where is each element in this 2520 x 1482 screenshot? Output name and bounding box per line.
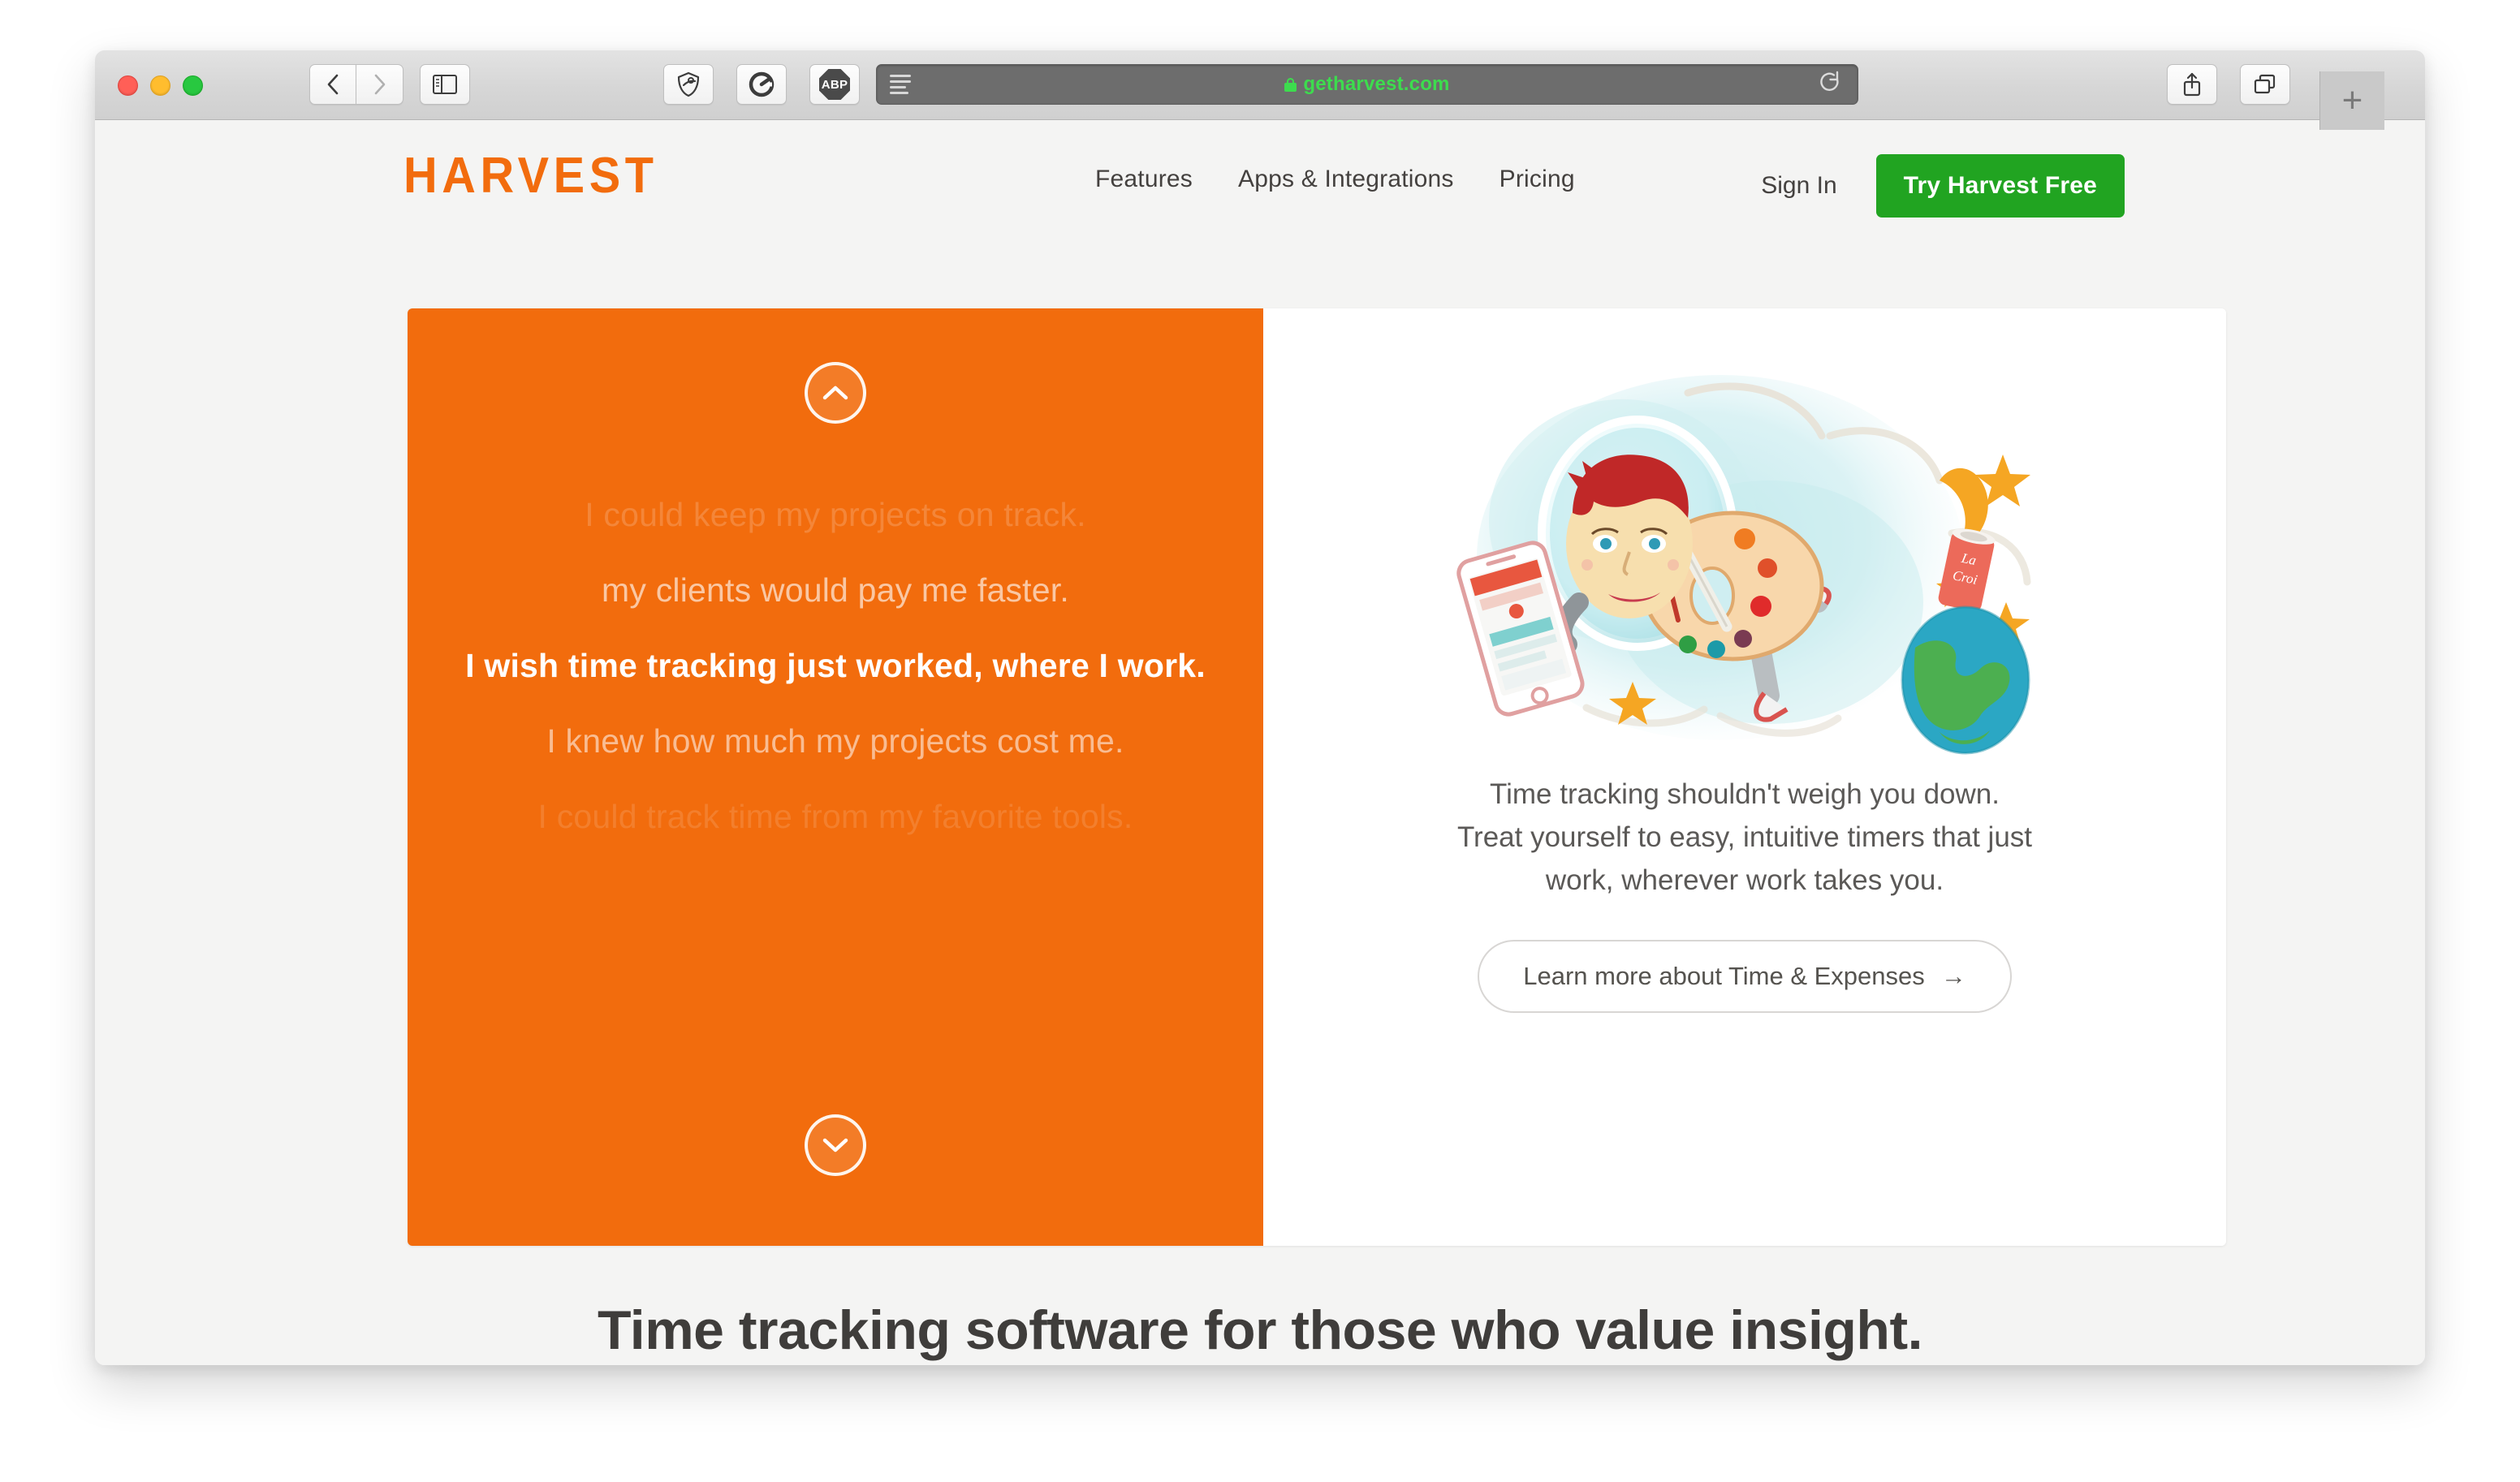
svg-text:La: La	[1959, 550, 1978, 569]
adblock-extension-button[interactable]: ABP	[809, 64, 860, 105]
astronaut-artist-illustration: La Croi	[1420, 359, 2069, 765]
try-harvest-free-button[interactable]: Try Harvest Free	[1875, 154, 2125, 218]
tab-overview-icon	[2254, 74, 2276, 94]
hero-caption-line-3: work, wherever work takes you.	[1545, 864, 1944, 897]
rotator-line: I could keep my projects on track.	[585, 496, 1086, 533]
learn-more-button[interactable]: Learn more about Time & Expenses →	[1478, 939, 2012, 1013]
forward-icon	[374, 74, 385, 95]
maximize-window-button[interactable]	[183, 75, 203, 96]
nav-item-apps-integrations[interactable]: Apps & Integrations	[1238, 166, 1454, 193]
share-icon	[2183, 72, 2201, 97]
nav-item-features[interactable]: Features	[1095, 166, 1193, 193]
rotator-line-active: I wish time tracking just worked, where …	[465, 647, 1206, 684]
rotator-line: my clients would pay me faster.	[602, 571, 1069, 609]
hero-caption-line-1: Time tracking shouldn't weigh you down.	[1490, 778, 2000, 810]
close-window-button[interactable]	[118, 75, 138, 96]
tab-overview-button[interactable]	[2240, 64, 2290, 105]
rotator-line: I knew how much my projects cost me.	[546, 722, 1124, 760]
section-headline: Time tracking software for those who val…	[598, 1299, 1923, 1361]
shield-icon	[677, 71, 700, 97]
shield-extension-button[interactable]	[663, 64, 714, 105]
hero-caption: Time tracking shouldn't weigh you down. …	[1457, 773, 2032, 903]
share-button[interactable]	[2167, 64, 2217, 105]
lock-icon	[1284, 77, 1297, 92]
sign-in-link[interactable]: Sign In	[1761, 172, 1836, 200]
nav-item-pricing[interactable]: Pricing	[1499, 166, 1575, 193]
adblock-plus-icon: ABP	[819, 69, 850, 100]
address-bar[interactable]: getharvest.com	[876, 64, 1858, 105]
sidebar-icon	[433, 75, 457, 94]
sidebar-toggle-button[interactable]	[420, 64, 470, 105]
rotator-line: I could track time from my favorite tool…	[537, 798, 1133, 835]
back-button[interactable]	[309, 64, 356, 105]
grammarly-extension-button[interactable]	[736, 64, 787, 105]
grammarly-icon	[749, 71, 775, 97]
rotator-next-button[interactable]	[805, 1114, 866, 1176]
reader-view-icon[interactable]	[890, 75, 911, 94]
minimize-window-button[interactable]	[150, 75, 170, 96]
hero-caption-line-2: Treat yourself to easy, intuitive timers…	[1456, 821, 2033, 854]
hero-feature-panel: La Croi Time tracking shouldn't weigh yo…	[1263, 308, 2226, 1246]
new-tab-button[interactable]: +	[2319, 71, 2384, 130]
url-text: getharvest.com	[1303, 73, 1450, 95]
window-controls	[118, 75, 203, 96]
rotating-statement-list: I could keep my projects on track. my cl…	[408, 477, 1263, 855]
forward-button[interactable]	[356, 64, 403, 105]
site-header: HARVEST Features Apps & Integrations Pri…	[95, 120, 2425, 226]
browser-window: ABP getharvest.com HARVEST Features Apps…	[95, 50, 2425, 1365]
back-icon	[327, 74, 339, 95]
rotator-previous-button[interactable]	[805, 362, 866, 424]
reload-icon	[1820, 71, 1839, 91]
chevron-up-icon	[822, 386, 848, 400]
url-display: getharvest.com	[877, 73, 1858, 96]
arrow-right-icon: →	[1940, 961, 1966, 990]
chevron-down-icon	[822, 1138, 848, 1152]
browser-toolbar: ABP getharvest.com	[95, 50, 2425, 120]
hero-rotator-panel: I could keep my projects on track. my cl…	[408, 308, 1263, 1246]
hero-card: I could keep my projects on track. my cl…	[408, 308, 2226, 1246]
webpage-content: HARVEST Features Apps & Integrations Pri…	[95, 120, 2425, 1365]
header-actions: Sign In Try Harvest Free	[1761, 154, 2125, 218]
learn-more-label: Learn more about Time & Expenses	[1523, 961, 1925, 990]
harvest-logo[interactable]: HARVEST	[403, 147, 658, 205]
reload-button[interactable]	[1819, 71, 1841, 99]
main-navigation: Features Apps & Integrations Pricing	[1095, 166, 1575, 193]
